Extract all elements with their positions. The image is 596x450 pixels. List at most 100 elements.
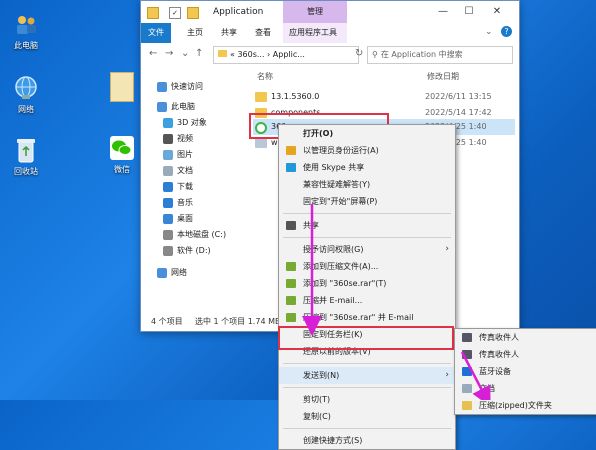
forward-icon[interactable]: → bbox=[165, 48, 173, 59]
menu-item-label: 添加到 "360se.rar"(T) bbox=[303, 279, 387, 288]
menu-separator bbox=[283, 363, 451, 364]
nav-item-music[interactable]: 音乐 bbox=[141, 195, 249, 211]
highlight-box-send-to bbox=[278, 326, 454, 350]
breadcrumb[interactable]: « 360s... › Applic... bbox=[230, 50, 305, 59]
menu-item-label: 压缩并 E-mail... bbox=[303, 296, 363, 305]
menu-separator bbox=[283, 237, 451, 238]
menu-item[interactable]: 发送到(N) › bbox=[279, 367, 455, 384]
nav-item-videos[interactable]: 视频 bbox=[141, 131, 249, 147]
document-icon bbox=[462, 384, 472, 393]
folder-icon bbox=[218, 50, 227, 57]
tab-application-tools[interactable]: 应用程序工具 bbox=[283, 23, 347, 43]
nav-item-drive-c[interactable]: 本地磁盘 (C:) bbox=[141, 227, 249, 243]
nav-item-3d-objects[interactable]: 3D 对象 bbox=[141, 115, 249, 131]
menu-item[interactable]: 固定到"开始"屏幕(P) bbox=[279, 193, 455, 210]
menu-item[interactable]: 共享 bbox=[279, 217, 455, 234]
menu-item[interactable]: 授予访问权限(G) › bbox=[279, 241, 455, 258]
desktop-icon-network[interactable]: 网络 bbox=[2, 74, 50, 115]
search-input[interactable]: ⚲ 在 Application 中搜索 bbox=[367, 46, 513, 64]
star-icon bbox=[157, 82, 167, 92]
shield-icon bbox=[286, 146, 296, 155]
refresh-icon[interactable]: ↻ bbox=[355, 48, 363, 59]
close-button[interactable]: ✕ bbox=[487, 4, 507, 20]
menu-item-label: 打开(O) bbox=[303, 129, 334, 138]
ribbon-tabs: 文件 主页 共享 查看 应用程序工具 ⌄ ? bbox=[141, 23, 519, 44]
up-icon[interactable]: ↑ bbox=[195, 48, 203, 59]
tab-home[interactable]: 主页 bbox=[181, 23, 209, 43]
menu-item[interactable]: 以管理员身份运行(A) bbox=[279, 142, 455, 159]
recycle-bin-icon bbox=[12, 136, 40, 164]
menu-item-label: 压缩到 "360se.rar" 并 E-mail bbox=[303, 313, 414, 322]
menu-item-label: 使用 Skype 共享 bbox=[303, 163, 365, 172]
navigation-pane: 快速访问 此电脑 3D 对象 视频 图片 文档 下载 音乐 桌面 本地磁盘 (C… bbox=[141, 79, 249, 281]
menu-item[interactable]: 打开(O) bbox=[279, 125, 455, 142]
column-header-date[interactable]: 修改日期 bbox=[427, 71, 459, 82]
nav-item-quick-access[interactable]: 快速访问 bbox=[141, 79, 249, 95]
menu-item-label: 固定到"开始"屏幕(P) bbox=[303, 197, 378, 206]
bluetooth-icon bbox=[462, 367, 472, 376]
menu-item-label: 传真收件人 bbox=[479, 333, 519, 342]
menu-item[interactable]: 复制(C) bbox=[279, 408, 455, 425]
chevron-down-icon[interactable]: ⌄ bbox=[485, 27, 493, 37]
desktop-label: 微信 bbox=[114, 165, 130, 174]
help-icon[interactable]: ? bbox=[501, 26, 512, 37]
menu-item-label: 蓝牙设备 bbox=[479, 367, 511, 376]
search-placeholder: 在 Application 中搜索 bbox=[380, 50, 463, 59]
column-header-name[interactable]: 名称 bbox=[257, 71, 273, 82]
menu-item[interactable]: 添加到压缩文件(A)... bbox=[279, 258, 455, 275]
fax-icon bbox=[462, 350, 472, 359]
desktop-icon-wechat[interactable]: 微信 bbox=[98, 134, 146, 175]
file-row[interactable]: 13.1.5360.0 2022/6/11 13:15 bbox=[253, 89, 515, 105]
menu-item[interactable]: 传真收件人 bbox=[455, 346, 596, 363]
menu-item[interactable]: 兼容性疑难解答(Y) bbox=[279, 176, 455, 193]
menu-separator bbox=[283, 387, 451, 388]
menu-item-label: 共享 bbox=[303, 221, 319, 230]
menu-item[interactable]: 传真收件人 bbox=[455, 329, 596, 346]
menu-separator bbox=[283, 428, 451, 429]
tab-share[interactable]: 共享 bbox=[215, 23, 243, 43]
menu-item[interactable]: 压缩并 E-mail... bbox=[279, 292, 455, 309]
executable-icon bbox=[255, 138, 267, 148]
nav-item-desktop[interactable]: 桌面 bbox=[141, 211, 249, 227]
nav-item-drive-d[interactable]: 软件 (D:) bbox=[141, 243, 249, 259]
tab-view[interactable]: 查看 bbox=[249, 23, 277, 43]
menu-item[interactable]: 添加到 "360se.rar"(T) bbox=[279, 275, 455, 292]
back-icon[interactable]: ← bbox=[149, 48, 157, 59]
menu-separator bbox=[283, 213, 451, 214]
menu-item[interactable]: 压缩到 "360se.rar" 并 E-mail bbox=[279, 309, 455, 326]
wechat-icon bbox=[108, 134, 136, 162]
desktop-icon-computer[interactable]: 此电脑 bbox=[2, 10, 50, 51]
nav-item-documents[interactable]: 文档 bbox=[141, 163, 249, 179]
menu-item[interactable]: 文档 bbox=[455, 380, 596, 397]
menu-item[interactable]: 创建快捷方式(S) bbox=[279, 432, 455, 449]
properties-icon[interactable]: ✓ bbox=[169, 7, 181, 19]
new-folder-icon[interactable] bbox=[187, 7, 199, 19]
address-bar[interactable]: « 360s... › Applic... bbox=[213, 46, 359, 64]
menu-item[interactable]: 蓝牙设备 bbox=[455, 363, 596, 380]
desktop-icon-recycle-bin[interactable]: 回收站 bbox=[2, 136, 50, 177]
download-icon bbox=[163, 182, 173, 192]
nav-item-pictures[interactable]: 图片 bbox=[141, 147, 249, 163]
desktop-label: 网络 bbox=[18, 105, 34, 114]
picture-icon bbox=[163, 150, 173, 160]
tab-file[interactable]: 文件 bbox=[141, 23, 171, 43]
desktop-icon bbox=[163, 214, 173, 224]
menu-item-label: 传真收件人 bbox=[479, 350, 519, 359]
menu-item-label: 发送到(N) bbox=[303, 371, 340, 380]
nav-item-this-pc[interactable]: 此电脑 bbox=[141, 99, 249, 115]
context-menu: 打开(O) 以管理员身份运行(A) 使用 Skype 共享兼容性疑难解答(Y) 固定到… bbox=[278, 124, 456, 450]
chevron-down-icon[interactable]: ⌄ bbox=[181, 48, 189, 59]
menu-item[interactable]: 使用 Skype 共享 bbox=[279, 159, 455, 176]
drive-icon bbox=[163, 246, 173, 256]
minimize-button[interactable]: — bbox=[433, 4, 453, 20]
nav-item-network[interactable]: 网络 bbox=[141, 265, 249, 281]
share-icon bbox=[286, 221, 296, 230]
nav-item-downloads[interactable]: 下载 bbox=[141, 179, 249, 195]
title-bar[interactable]: ✓ Application 管理 — ☐ ✕ bbox=[141, 1, 519, 23]
skype-icon bbox=[286, 163, 296, 172]
menu-item-label: 创建快捷方式(S) bbox=[303, 436, 363, 445]
zip-folder-icon bbox=[462, 401, 472, 410]
desktop-file-icon[interactable] bbox=[110, 72, 134, 102]
maximize-button[interactable]: ☐ bbox=[459, 4, 479, 20]
archive-icon bbox=[286, 313, 296, 322]
